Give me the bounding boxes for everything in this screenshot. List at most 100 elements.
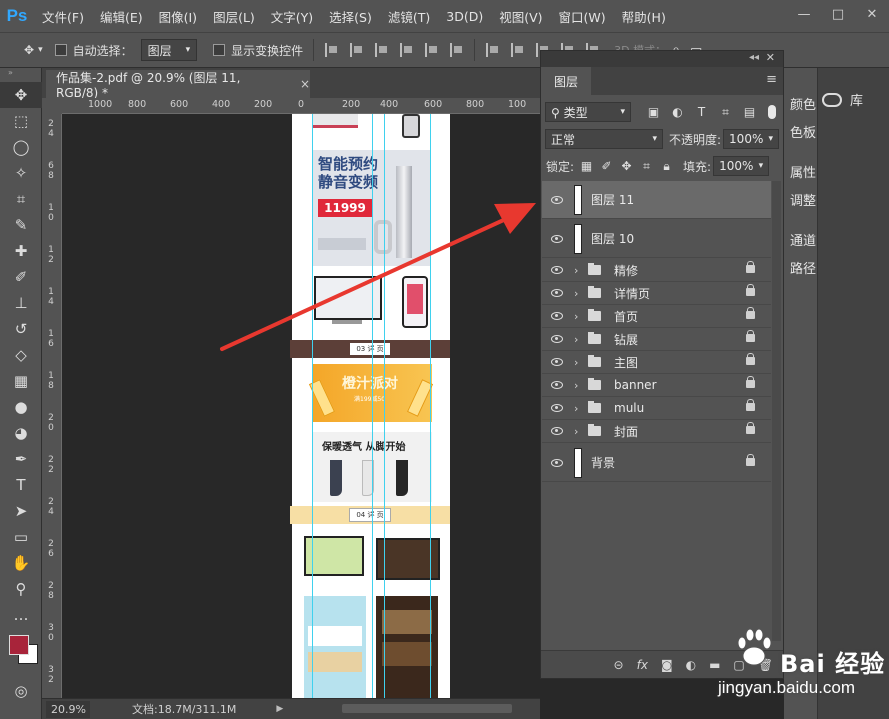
eye-icon[interactable] [551, 312, 563, 320]
layers-scrollbar[interactable] [772, 181, 781, 641]
layer-group-xiangqingye[interactable]: › 详情页 [542, 282, 771, 305]
show-transform-toggle[interactable]: 显示变换控件 [213, 42, 303, 59]
lock-transparent-icon[interactable]: ▦ [580, 159, 593, 173]
eye-icon[interactable] [551, 266, 563, 274]
menu-file[interactable]: 文件(F) [34, 0, 92, 32]
chevron-right-icon[interactable]: › [574, 425, 588, 438]
layer-group-shouye[interactable]: › 首页 [542, 305, 771, 328]
collapse-icon[interactable]: » [0, 68, 41, 82]
auto-select-checkbox[interactable] [54, 44, 67, 56]
close-window-button[interactable]: ✕ [855, 0, 889, 28]
layer-row-background[interactable]: 背景 [542, 444, 771, 482]
close-icon[interactable]: × [300, 77, 310, 91]
layer-group-fengmian[interactable]: › 封面 [542, 420, 771, 443]
lasso-tool[interactable]: ◯ [0, 134, 42, 160]
show-transform-checkbox[interactable] [213, 44, 226, 56]
pen-tool[interactable]: ✒ [0, 446, 42, 472]
menu-window[interactable]: 窗口(W) [551, 0, 614, 32]
eye-icon[interactable] [551, 404, 563, 412]
filter-toggle[interactable] [768, 105, 776, 119]
distribute-middle-icon[interactable] [511, 43, 525, 57]
dodge-tool[interactable]: ◕ [0, 420, 42, 446]
align-bottom-icon[interactable] [375, 43, 389, 57]
magic-wand-tool[interactable]: ✧ [0, 160, 42, 186]
menu-image[interactable]: 图像(I) [151, 0, 205, 32]
panel-menu-icon[interactable]: ≡ [766, 72, 777, 87]
menu-type[interactable]: 文字(Y) [263, 0, 321, 32]
crop-tool[interactable]: ⌗ [0, 186, 42, 212]
foreground-color-swatch[interactable] [9, 635, 29, 655]
quick-mask-icon[interactable]: ◎ [0, 678, 42, 704]
eye-icon[interactable] [551, 427, 563, 435]
adjustment-icon[interactable]: ◐ [686, 658, 696, 672]
chevron-right-icon[interactable]: › [574, 287, 588, 300]
panel-libraries[interactable]: 库 [822, 90, 863, 109]
canvas-area[interactable]: 智能预约 静音变频 11999 03 详 页 橙汁派对 满199减50 保暖透气… [62, 114, 540, 698]
panel-swatches[interactable]: 色板 [784, 116, 818, 146]
lock-image-icon[interactable]: ✐ [600, 159, 613, 173]
layer-row-10[interactable]: 图层 10 [542, 220, 771, 258]
filter-smart-object-icon[interactable]: ▤ [743, 105, 756, 119]
eye-icon[interactable] [551, 381, 563, 389]
panel-paths[interactable]: 路径 [784, 252, 818, 282]
menu-view[interactable]: 视图(V) [491, 0, 550, 32]
maximize-button[interactable]: □ [821, 0, 855, 28]
status-menu-arrow-icon[interactable]: ▶ [276, 704, 283, 714]
chevron-right-icon[interactable]: › [574, 264, 588, 277]
eye-icon[interactable] [551, 234, 563, 243]
mask-icon[interactable]: ◙ [661, 658, 673, 672]
eye-icon[interactable] [551, 289, 563, 297]
eraser-tool[interactable]: ◇ [0, 342, 42, 368]
guide-line[interactable] [372, 114, 373, 698]
chevron-right-icon[interactable]: › [574, 379, 588, 392]
document-page[interactable]: 智能预约 静音变频 11999 03 详 页 橙汁派对 满199减50 保暖透气… [290, 114, 450, 698]
blend-mode-dropdown[interactable]: 正常 ▾ [545, 129, 663, 149]
align-left-icon[interactable] [400, 43, 414, 57]
close-icon[interactable]: ✕ [766, 51, 775, 64]
eye-icon[interactable] [551, 335, 563, 343]
healing-brush-tool[interactable]: ✚ [0, 238, 42, 264]
filter-adjustment-icon[interactable]: ◐ [671, 105, 684, 119]
lock-position-icon[interactable]: ✥ [620, 159, 633, 173]
guide-line[interactable] [384, 114, 385, 698]
hand-tool[interactable]: ✋ [0, 550, 42, 576]
panel-channels[interactable]: 通道 [784, 224, 818, 254]
layer-group-banner[interactable]: › banner [542, 374, 771, 397]
lock-all-icon[interactable]: 🔒︎ [660, 159, 673, 173]
layer-group-zuanzhan[interactable]: › 钻展 [542, 328, 771, 351]
menu-edit[interactable]: 编辑(E) [92, 0, 151, 32]
panel-adjustments[interactable]: 调整 [784, 184, 818, 214]
guide-line[interactable] [430, 114, 431, 698]
history-brush-tool[interactable]: ↺ [0, 316, 42, 342]
menu-layer[interactable]: 图层(L) [205, 0, 263, 32]
guide-line[interactable] [312, 114, 313, 698]
fx-icon[interactable]: fx [637, 658, 648, 672]
blur-tool[interactable]: ● [0, 394, 42, 420]
layer-group-zhutu[interactable]: › 主图 [542, 351, 771, 374]
gradient-tool[interactable]: ▦ [0, 368, 42, 394]
eyedropper-tool[interactable]: ✎ [0, 212, 42, 238]
align-center-icon[interactable] [425, 43, 439, 57]
tab-layers[interactable]: 图层 [541, 67, 591, 95]
minimize-button[interactable]: — [787, 0, 821, 28]
zoom-level-field[interactable]: 20.9% [46, 700, 90, 718]
menu-help[interactable]: 帮助(H) [614, 0, 674, 32]
eye-icon[interactable] [551, 458, 563, 467]
vertical-ruler[interactable]: 2468101214161820222426283032 [42, 114, 62, 698]
layer-row-11[interactable]: 图层 11 [542, 181, 771, 219]
path-selection-tool[interactable]: ➤ [0, 498, 42, 524]
eye-icon[interactable] [551, 358, 563, 366]
menu-select[interactable]: 选择(S) [321, 0, 380, 32]
opacity-field[interactable]: 100% ▾ [723, 129, 780, 149]
horizontal-scrollbar[interactable] [342, 704, 512, 713]
move-tool[interactable]: ✥ [0, 82, 42, 108]
zoom-tool[interactable]: ⚲ [0, 576, 42, 602]
chevron-right-icon[interactable]: › [574, 310, 588, 323]
layer-group-mulu[interactable]: › mulu [542, 397, 771, 420]
align-right-icon[interactable] [450, 43, 464, 57]
shape-tool[interactable]: ▭ [0, 524, 42, 550]
auto-select-toggle[interactable]: 自动选择： [54, 42, 133, 59]
distribute-top-icon[interactable] [486, 43, 500, 57]
filter-type-icon[interactable]: T [695, 105, 708, 119]
brush-tool[interactable]: ✐ [0, 264, 42, 290]
